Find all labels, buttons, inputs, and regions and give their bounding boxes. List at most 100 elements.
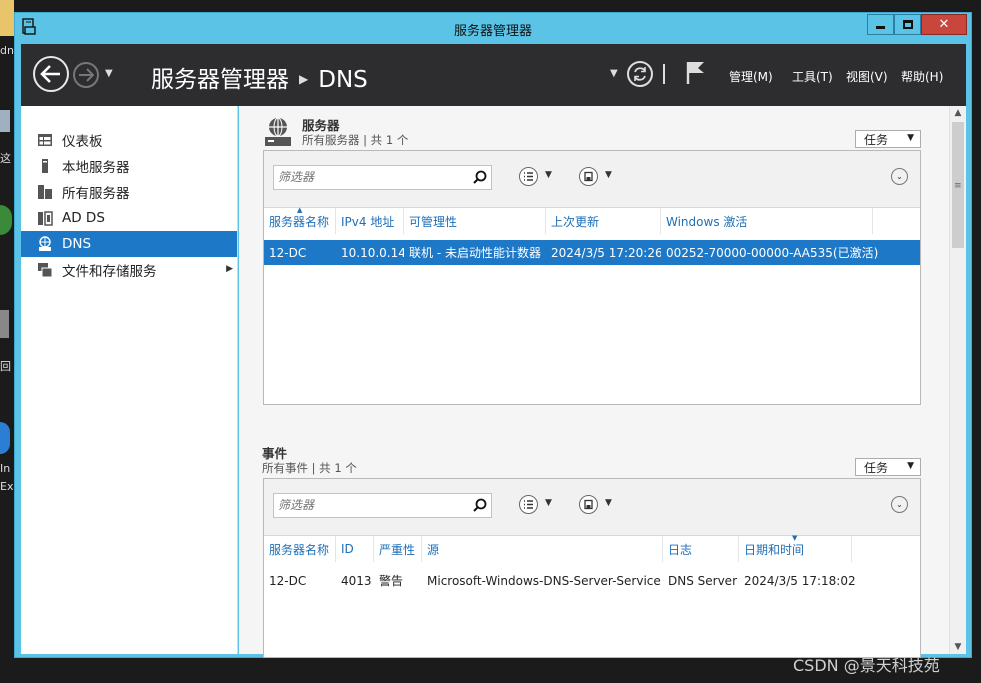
sidebar-item-dashboard[interactable]: 仪表板 [21,127,237,153]
sidebar-item-all-servers[interactable]: 所有服务器 [21,179,237,205]
network-icon[interactable] [0,205,12,235]
save-query-dropdown-icon[interactable]: ▼ [605,170,612,180]
dashboard-icon [38,134,52,146]
events-panel: ▼ ▼ ⌄ ▼ 服务器名称 ID 严重性 源 日志 日期和时间 12-DC 40… [263,478,921,658]
sidebar-item-label: 本地服务器 [62,160,130,176]
desktop-folder-icon[interactable] [0,0,14,36]
cell-server-name: 12-DC [269,245,307,260]
table-row[interactable]: 12-DC 10.10.0.14 联机 - 未启动性能计数器 2024/3/5 … [264,240,920,265]
title-bar[interactable]: 服务器管理器 ✕ [15,13,971,43]
scroll-grip-icon: ≡ [954,181,962,191]
submenu-arrow-icon[interactable]: ▶ [226,264,233,274]
expand-icon[interactable]: ⌄ [891,496,908,513]
dns-icon [39,236,51,251]
desktop-icon-label: 回 [0,360,11,373]
events-tasks-button[interactable]: 任务 ▼ [855,458,921,476]
computer-icon[interactable] [0,110,10,132]
minimize-button[interactable] [867,14,894,35]
cell-id: 4013 [341,573,372,588]
servers-tasks-button[interactable]: 任务 ▼ [855,130,921,148]
column-windows-activation[interactable]: Windows 激活 [661,208,873,234]
ie-icon[interactable] [0,422,10,454]
sidebar-item-local-server[interactable]: 本地服务器 [21,153,237,179]
column-last-update[interactable]: 上次更新 [546,208,661,234]
menu-view[interactable]: 视图(V) [846,68,888,85]
servers-panel: ▼ ▼ ⌄ ▲ 服务器名称 IPv4 地址 可管理性 上次更新 Windows … [263,150,921,405]
breadcrumb-current: DNS [318,67,368,93]
sidebar-item-label: 仪表板 [62,134,103,150]
table-row[interactable]: 12-DC 4013 警告 Microsoft-Windows-DNS-Serv… [264,568,920,593]
sidebar-item-ad-ds[interactable]: AD DS [21,205,237,231]
events-filter-input[interactable] [274,494,464,516]
servers-section-icon [265,117,291,146]
vertical-scrollbar[interactable]: ▲ ≡ ▼ [949,106,966,654]
all-servers-icon [38,185,52,199]
local-server-icon [42,159,48,173]
menu-help[interactable]: 帮助(H) [901,68,943,85]
file-storage-icon [38,263,53,278]
expand-icon[interactable]: ⌄ [891,168,908,185]
sidebar-item-label: 所有服务器 [62,186,130,202]
forward-arrow-icon [79,68,94,82]
header-dropdown-icon[interactable]: ▼ [610,68,618,79]
sidebar-item-dns[interactable]: DNS [21,231,237,257]
back-arrow-icon [40,65,60,83]
back-button[interactable] [33,56,69,92]
column-datetime[interactable]: 日期和时间 [739,536,852,562]
forward-button[interactable] [73,62,99,88]
list-view-icon[interactable] [519,167,538,186]
minimize-icon [876,26,885,29]
close-button[interactable]: ✕ [921,14,967,35]
column-server-name[interactable]: 服务器名称 [264,208,336,234]
recycle-bin-icon[interactable] [0,310,9,338]
list-view-icon[interactable] [519,495,538,514]
window-title: 服务器管理器 [453,24,532,39]
sidebar-item-file-storage[interactable]: 文件和存储服务 ▶ [21,257,237,283]
maximize-button[interactable] [894,14,921,35]
refresh-button[interactable] [627,61,653,87]
scroll-up-icon[interactable]: ▲ [950,108,966,118]
column-source[interactable]: 源 [422,536,663,562]
history-dropdown-icon[interactable]: ▼ [105,68,113,79]
cell-log: DNS Server [668,573,737,588]
search-icon[interactable] [473,498,487,512]
save-query-icon[interactable] [579,167,598,186]
desktop-icon-label: dn [0,44,14,57]
main-content: 服务器 所有服务器 | 共 1 个 任务▼ ▼ ▼ ⌄ ▲ 服务器名称 IPv4… [239,106,949,658]
column-ipv4[interactable]: IPv4 地址 [336,208,404,234]
servers-toolbar: ▼ ▼ ⌄ [264,151,920,208]
cell-last-update: 2024/3/5 17:20:26 [551,245,661,260]
servers-filter[interactable] [273,165,492,190]
column-log[interactable]: 日志 [663,536,739,562]
ad-ds-icon [38,211,53,226]
search-icon[interactable] [473,170,487,184]
dropdown-icon: ▼ [907,461,914,471]
column-severity[interactable]: 严重性 [374,536,422,562]
list-view-dropdown-icon[interactable]: ▼ [545,170,552,180]
notifications-flag-icon[interactable] [685,60,707,86]
column-server-name[interactable]: 服务器名称 [264,536,336,562]
sidebar: 仪表板 本地服务器 所有服务器 AD DS DNS 文件和存储服务 ▶ [21,106,238,654]
column-id[interactable]: ID [336,536,374,562]
menu-tools[interactable]: 工具(T) [792,68,833,85]
watermark: CSDN @景天科技苑 [793,656,940,675]
list-view-dropdown-icon[interactable]: ▼ [545,498,552,508]
sidebar-item-label: DNS [62,236,92,252]
events-filter[interactable] [273,493,492,518]
breadcrumb-root[interactable]: 服务器管理器 [151,67,289,93]
column-manageability[interactable]: 可管理性 [404,208,546,234]
breadcrumb: 服务器管理器 ▶ DNS [151,60,368,94]
cell-ipv4: 10.10.0.14 [341,245,404,260]
server-manager-window: 服务器管理器 ✕ ▼ 服务器管理器 ▶ DNS ▼ 管理(M) 工具(T) 视图(V… [14,12,972,658]
app-header: ▼ 服务器管理器 ▶ DNS ▼ 管理(M) 工具(T) 视图(V) 帮助(H) [21,44,966,106]
menu-manage[interactable]: 管理(M) [729,68,773,85]
save-query-icon[interactable] [579,495,598,514]
close-icon: ✕ [938,17,950,32]
header-divider [663,64,665,84]
cell-manageability: 联机 - 未启动性能计数器 [409,246,541,260]
events-section-subtitle: 所有事件 | 共 1 个 [262,461,357,475]
save-query-dropdown-icon[interactable]: ▼ [605,498,612,508]
servers-filter-input[interactable] [274,166,464,188]
scroll-down-icon[interactable]: ▼ [950,642,966,652]
cell-windows-activation: 00252-70000-00000-AA535(已激活) [666,246,879,260]
